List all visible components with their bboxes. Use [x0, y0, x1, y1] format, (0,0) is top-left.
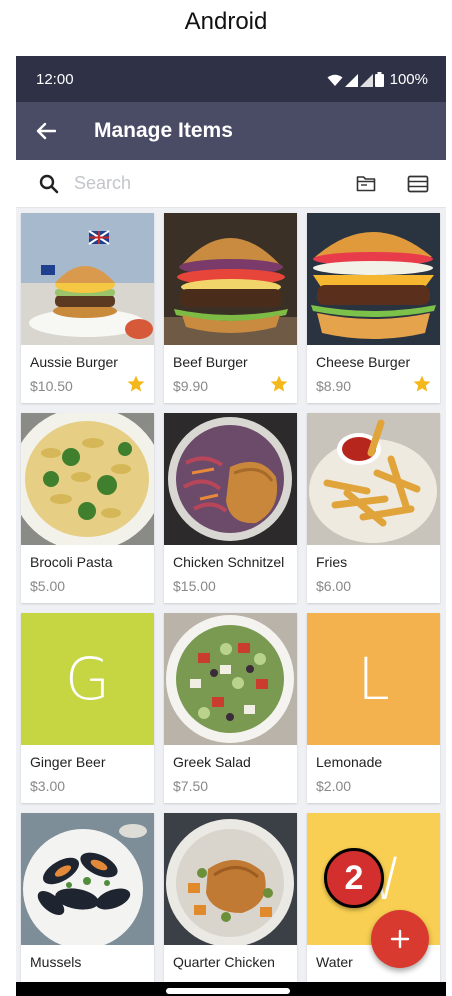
- search-bar: [16, 160, 446, 208]
- item-price: $6.00: [316, 578, 352, 594]
- schnitzel-photo: [164, 413, 297, 545]
- phone-screen: 12:00 100% Manage Items Search Aussie Bu…: [16, 56, 446, 996]
- item-name: Chicken Schnitzel: [173, 554, 285, 570]
- item-price: $2.00: [316, 778, 352, 794]
- item-card[interactable]: W Water: [307, 813, 440, 996]
- list-view-icon: [407, 175, 429, 192]
- item-name: Fries: [316, 554, 348, 570]
- item-letter: L: [307, 613, 440, 745]
- list-view-button[interactable]: [404, 170, 432, 198]
- item-letter-tile: G: [21, 613, 154, 745]
- signal-icons: [327, 71, 384, 87]
- item-name: Lemonade: [316, 754, 383, 770]
- item-card[interactable]: Aussie Burger $10.50: [21, 213, 154, 403]
- step-number-badge: 2: [324, 848, 384, 908]
- wifi-icon: [327, 74, 343, 86]
- battery-icon: [374, 71, 384, 87]
- search-input[interactable]: [74, 173, 328, 194]
- arrow-back-icon: [36, 122, 56, 140]
- item-name: Greek Salad: [173, 754, 251, 770]
- item-name: Water: [316, 954, 353, 970]
- item-card[interactable]: Quarter Chicken: [164, 813, 297, 996]
- star-icon[interactable]: [412, 374, 432, 394]
- item-price: $3.00: [30, 778, 66, 794]
- home-gesture-handle[interactable]: [166, 988, 290, 994]
- item-card[interactable]: L Lemonade $2.00: [307, 613, 440, 803]
- mussels-photo: [21, 813, 154, 945]
- search-icon[interactable]: [38, 173, 60, 195]
- back-button[interactable]: [32, 117, 60, 145]
- status-time: 12:00: [36, 70, 74, 88]
- folder-icon: [356, 176, 376, 192]
- item-name: Ginger Beer: [30, 754, 106, 770]
- status-indicators: 100%: [327, 71, 428, 88]
- battery-level: 100%: [389, 70, 428, 88]
- item-letter: G: [21, 613, 154, 745]
- item-name: Beef Burger: [173, 354, 248, 370]
- cell-signal-icon: [344, 73, 358, 87]
- item-card[interactable]: Greek Salad $7.50: [164, 613, 297, 803]
- item-card[interactable]: Brocoli Pasta $5.00: [21, 413, 154, 603]
- navigation-bar: [16, 982, 446, 996]
- item-card[interactable]: Fries $6.00: [307, 413, 440, 603]
- burger-photo: [164, 213, 297, 345]
- item-name: Mussels: [30, 954, 82, 970]
- item-price: $5.00: [30, 578, 66, 594]
- item-price: $10.50: [30, 378, 73, 394]
- item-price: $8.90: [316, 378, 352, 394]
- pasta-photo: [21, 413, 154, 545]
- fries-photo: [307, 413, 440, 545]
- page-title: Manage Items: [94, 119, 233, 142]
- item-price: $9.90: [173, 378, 209, 394]
- star-icon[interactable]: [269, 374, 289, 394]
- plus-icon: [390, 929, 410, 949]
- item-card[interactable]: Mussels: [21, 813, 154, 996]
- item-letter-tile: L: [307, 613, 440, 745]
- item-price: $15.00: [173, 578, 216, 594]
- burger-photo: [307, 213, 440, 345]
- item-name: Brocoli Pasta: [30, 554, 113, 570]
- item-card[interactable]: G Ginger Beer $3.00: [21, 613, 154, 803]
- burger-photo: [21, 213, 154, 345]
- chicken-photo: [164, 813, 297, 945]
- item-card[interactable]: Beef Burger $9.90: [164, 213, 297, 403]
- item-price: $7.50: [173, 778, 209, 794]
- cell-signal-icon: [359, 73, 373, 87]
- item-card[interactable]: Chicken Schnitzel $15.00: [164, 413, 297, 603]
- item-name: Quarter Chicken: [173, 954, 275, 970]
- item-name: Aussie Burger: [30, 354, 118, 370]
- item-name: Cheese Burger: [316, 354, 411, 370]
- add-item-button[interactable]: [371, 910, 429, 968]
- status-bar: 12:00 100%: [16, 56, 446, 102]
- item-card[interactable]: Cheese Burger $8.90: [307, 213, 440, 403]
- app-bar: Manage Items: [16, 102, 446, 160]
- salad-photo: [164, 613, 297, 745]
- page-caption: Android: [184, 8, 268, 35]
- star-icon[interactable]: [126, 374, 146, 394]
- folder-button[interactable]: [352, 170, 380, 198]
